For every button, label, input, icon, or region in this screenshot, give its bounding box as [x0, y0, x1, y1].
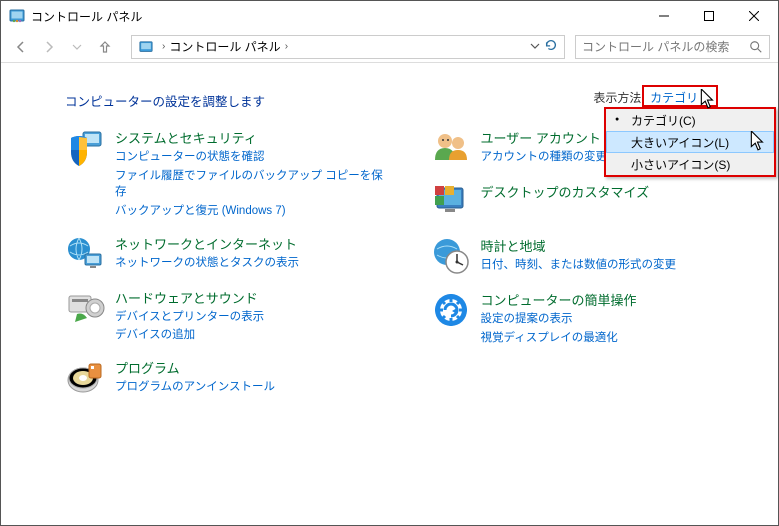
view-by-dropdown: カテゴリ(C) 大きいアイコン(L) 小さいアイコン(S) [604, 107, 776, 177]
content-area: コンピューターの設定を調整します 表示方法: カテゴリ▼ カテゴリ(C) 大きい… [1, 63, 778, 525]
category-ease-of-access: コンピューターの簡単操作 設定の提案の表示 視覚ディスプレイの最適化 [431, 290, 757, 346]
back-button[interactable] [9, 35, 33, 59]
category-title[interactable]: プログラム [115, 358, 275, 377]
dropdown-item-large-icons[interactable]: 大きいアイコン(L) [606, 131, 774, 153]
category-title[interactable]: ユーザー アカウント [481, 128, 608, 147]
search-placeholder: コントロール パネルの検索 [582, 38, 749, 55]
users-icon [431, 128, 471, 168]
refresh-button[interactable] [544, 38, 562, 55]
chevron-right-icon[interactable]: › [158, 41, 169, 52]
close-button[interactable] [731, 1, 776, 31]
clock-icon [431, 236, 471, 276]
view-by-value[interactable]: カテゴリ [650, 91, 698, 105]
appearance-icon [431, 182, 471, 222]
view-by-control: 表示方法: カテゴリ▼ [593, 89, 708, 106]
hardware-icon [65, 288, 105, 328]
breadcrumb-label[interactable]: コントロール パネル [169, 38, 280, 55]
chevron-right-icon[interactable]: › [281, 41, 292, 52]
network-icon [65, 234, 105, 274]
dropdown-item-label: 小さいアイコン(S) [631, 156, 730, 173]
programs-icon [65, 358, 105, 398]
category-title[interactable]: システムとセキュリティ [115, 128, 391, 147]
category-network: ネットワークとインターネット ネットワークの状態とタスクの表示 [65, 234, 391, 274]
category-link[interactable]: 設定の提案の表示 [481, 311, 637, 328]
breadcrumb-history-dropdown[interactable] [530, 40, 544, 54]
search-icon [749, 40, 763, 54]
maximize-button[interactable] [686, 1, 731, 31]
category-appearance: デスクトップのカスタマイズ [431, 182, 757, 222]
dropdown-item-category[interactable]: カテゴリ(C) [606, 109, 774, 131]
category-clock-region: 時計と地域 日付、時刻、または数値の形式の変更 [431, 236, 757, 276]
category-title[interactable]: ネットワークとインターネット [115, 234, 299, 253]
category-title[interactable]: コンピューターの簡単操作 [481, 290, 637, 309]
chevron-down-icon[interactable]: ▼ [700, 95, 708, 104]
titlebar: コントロール パネル [1, 1, 778, 31]
category-link[interactable]: プログラムのアンインストール [115, 379, 275, 396]
control-panel-icon [138, 40, 154, 54]
dropdown-item-small-icons[interactable]: 小さいアイコン(S) [606, 153, 774, 175]
category-system-security: システムとセキュリティ コンピューターの状態を確認 ファイル履歴でファイルのバッ… [65, 128, 391, 220]
category-link[interactable]: ファイル履歴でファイルのバックアップ コピーを保存 [115, 168, 391, 201]
left-column: システムとセキュリティ コンピューターの状態を確認 ファイル履歴でファイルのバッ… [65, 128, 391, 398]
category-link[interactable]: コンピューターの状態を確認 [115, 149, 391, 166]
dropdown-item-label: 大きいアイコン(L) [631, 134, 729, 151]
category-link[interactable]: デバイスの追加 [115, 327, 264, 344]
view-by-label: 表示方法: [593, 91, 644, 105]
minimize-button[interactable] [641, 1, 686, 31]
breadcrumb[interactable]: › コントロール パネル › [131, 35, 565, 59]
category-programs: プログラム プログラムのアンインストール [65, 358, 391, 398]
dropdown-item-label: カテゴリ(C) [631, 112, 696, 129]
recent-dropdown[interactable] [65, 35, 89, 59]
category-link[interactable]: デバイスとプリンターの表示 [115, 309, 264, 326]
control-panel-icon [9, 8, 25, 24]
category-title[interactable]: ハードウェアとサウンド [115, 288, 264, 307]
category-link[interactable]: 日付、時刻、または数値の形式の変更 [481, 257, 677, 274]
category-title[interactable]: 時計と地域 [481, 236, 677, 255]
ease-icon [431, 290, 471, 330]
navbar: › コントロール パネル › コントロール パネルの検索 [1, 31, 778, 63]
up-button[interactable] [93, 35, 117, 59]
control-panel-window: コントロール パネル › コント [0, 0, 779, 526]
window-title: コントロール パネル [31, 8, 142, 25]
category-hardware: ハードウェアとサウンド デバイスとプリンターの表示 デバイスの追加 [65, 288, 391, 344]
search-input[interactable]: コントロール パネルの検索 [575, 35, 770, 59]
category-title[interactable]: デスクトップのカスタマイズ [481, 182, 650, 201]
category-link[interactable]: ネットワークの状態とタスクの表示 [115, 255, 299, 272]
category-link[interactable]: アカウントの種類の変更 [481, 149, 608, 166]
category-link[interactable]: 視覚ディスプレイの最適化 [481, 330, 637, 347]
shield-icon [65, 128, 105, 168]
category-link[interactable]: バックアップと復元 (Windows 7) [115, 203, 391, 220]
forward-button[interactable] [37, 35, 61, 59]
